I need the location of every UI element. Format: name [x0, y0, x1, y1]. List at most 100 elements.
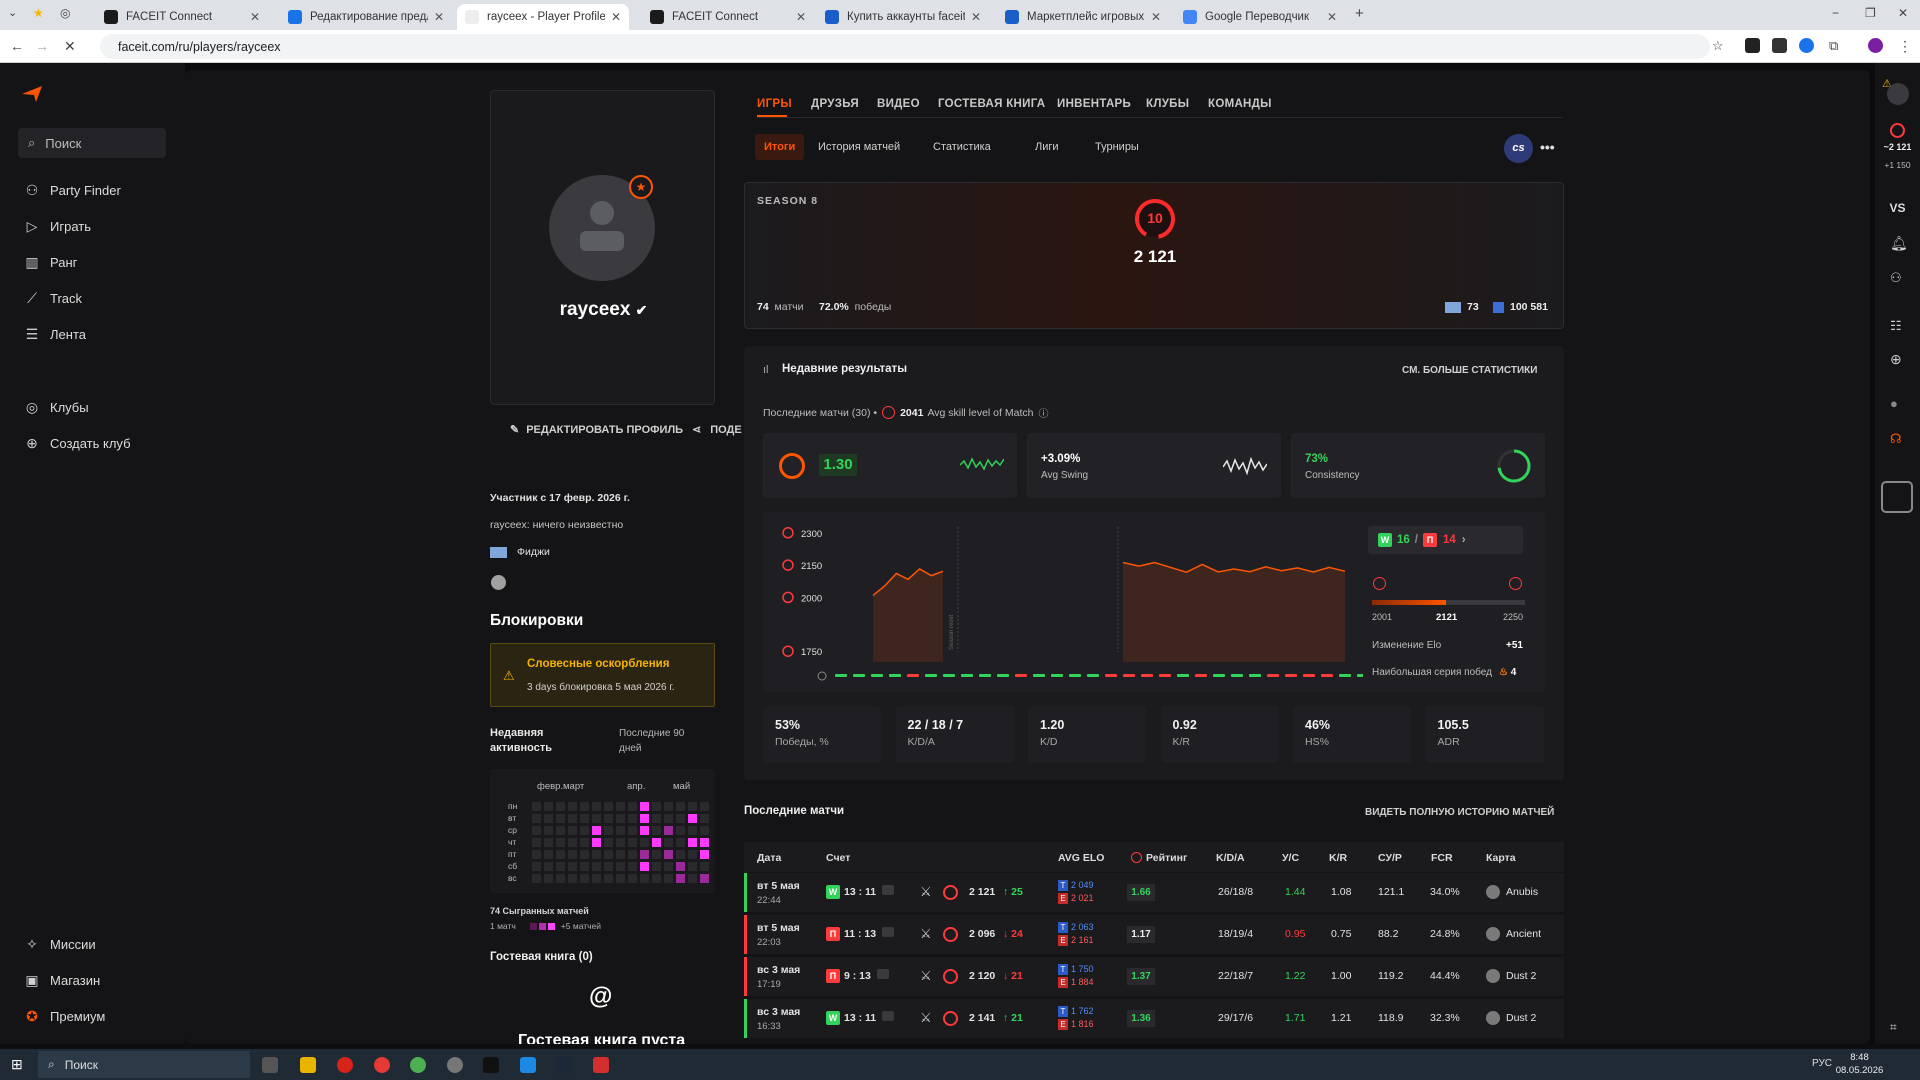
- subtab-1[interactable]: История матчей: [818, 141, 900, 153]
- new-tab-icon[interactable]: +: [1355, 5, 1364, 22]
- browser-tab[interactable]: rayceex - Player Profile - FACEIT ✕: [457, 4, 629, 30]
- result-marker[interactable]: [1051, 674, 1063, 677]
- sidebar-item-party[interactable]: ⚇ Party Finder: [24, 182, 121, 198]
- match-row[interactable]: вс 3 мая 17:19 П 9 : 13 ⚔ 2 120 ↓ 21 T 1 750 E 1 8…: [744, 957, 1564, 996]
- result-marker[interactable]: [1339, 674, 1351, 677]
- demo-icon[interactable]: [882, 885, 895, 895]
- tab-5[interactable]: КЛУБЫ: [1146, 98, 1189, 110]
- sidebar-item-track[interactable]: ⟋ Track: [24, 290, 82, 306]
- result-marker[interactable]: [943, 674, 955, 677]
- demo-icon[interactable]: [882, 927, 895, 937]
- restore-icon[interactable]: ❐: [1865, 6, 1876, 20]
- edit-profile-button[interactable]: ✎ РЕДАКТИРОВАТЬ ПРОФИЛЬ: [510, 423, 683, 437]
- party-icon[interactable]: ☷: [1890, 318, 1902, 334]
- demo-icon[interactable]: [876, 969, 889, 979]
- user-avatar[interactable]: [1887, 83, 1909, 105]
- result-marker[interactable]: [835, 674, 847, 677]
- app-icon[interactable]: [520, 1057, 536, 1073]
- minimize-icon[interactable]: −: [1832, 6, 1839, 20]
- share-button[interactable]: ⋖ ПОДЕ: [692, 423, 742, 437]
- browser-tab[interactable]: Google Переводчик ✕: [1175, 4, 1345, 30]
- tab-close-icon[interactable]: ✕: [796, 10, 806, 24]
- back-icon[interactable]: ←: [10, 38, 24, 54]
- close-load-icon[interactable]: ✕: [64, 38, 76, 55]
- extension-icon[interactable]: [1799, 38, 1814, 53]
- match-row[interactable]: вт 5 мая 22:44 W 13 : 11 ⚔ 2 121 ↑ 25 T 2 049 E 2 …: [744, 873, 1564, 912]
- result-marker[interactable]: [925, 674, 937, 677]
- column-header[interactable]: Счет: [826, 852, 850, 864]
- pinned-tab-icon[interactable]: ◎: [60, 6, 70, 20]
- column-header[interactable]: K/D/A: [1216, 852, 1245, 864]
- star-tab-icon[interactable]: ★: [33, 6, 44, 20]
- sidebar-item-premium[interactable]: ✪ Премиум: [24, 1008, 105, 1024]
- result-marker[interactable]: [907, 674, 919, 677]
- result-marker[interactable]: [1285, 674, 1297, 677]
- avatar[interactable]: ★: [549, 175, 655, 281]
- result-marker[interactable]: [1267, 674, 1279, 677]
- sidebar-item-play[interactable]: ▷ Играть: [24, 218, 91, 234]
- tab-3[interactable]: ГОСТЕВАЯ КНИГА: [938, 98, 1045, 110]
- tab-2[interactable]: ВИДЕО: [877, 98, 920, 110]
- more-stats-link[interactable]: СМ. БОЛЬШЕ СТАТИСТИКИ: [1402, 365, 1537, 376]
- app-icon[interactable]: [447, 1057, 463, 1073]
- tiktok-icon[interactable]: [483, 1057, 499, 1073]
- search-input[interactable]: ⌕ Поиск: [18, 128, 166, 158]
- column-header[interactable]: СУ/Р: [1378, 852, 1402, 864]
- clock[interactable]: 8:48 08.05.2026: [1832, 1051, 1887, 1077]
- result-marker[interactable]: [1357, 674, 1363, 677]
- extension-icon[interactable]: [1745, 38, 1760, 53]
- chrome-icon[interactable]: [410, 1057, 426, 1073]
- column-header[interactable]: Дата: [757, 852, 781, 864]
- chat-icon[interactable]: ⌗: [1890, 1020, 1897, 1035]
- tab-close-icon[interactable]: ✕: [1327, 10, 1337, 24]
- full-history-link[interactable]: ВИДЕТЬ ПОЛНУЮ ИСТОРИЮ МАТЧЕЙ: [1365, 807, 1554, 818]
- world-rank[interactable]: 100 581: [1493, 301, 1548, 313]
- result-marker[interactable]: [1123, 674, 1135, 677]
- result-marker[interactable]: [1105, 674, 1117, 677]
- result-marker[interactable]: [1321, 674, 1333, 677]
- sidebar-item-rank[interactable]: ▥ Ранг: [24, 254, 77, 270]
- result-marker[interactable]: [1213, 674, 1225, 677]
- result-marker[interactable]: [1141, 674, 1153, 677]
- demo-icon[interactable]: [882, 1011, 895, 1021]
- subtab-4[interactable]: Турниры: [1095, 141, 1139, 153]
- browser-tab[interactable]: FACEIT Connect ✕: [642, 4, 814, 30]
- tab-close-icon[interactable]: ✕: [434, 10, 444, 24]
- tab-6[interactable]: КОМАНДЫ: [1208, 98, 1272, 110]
- tab-4[interactable]: ИНВЕНТАРЬ: [1057, 98, 1131, 110]
- subtab-0[interactable]: Итоги: [755, 134, 805, 160]
- sidebar-item-shop[interactable]: ▣ Магазин: [24, 972, 100, 988]
- sidebar-item-clubs[interactable]: ◎ Клубы: [24, 399, 89, 415]
- vs-button[interactable]: VS: [1875, 201, 1920, 215]
- result-marker[interactable]: [1249, 674, 1261, 677]
- sidebar-item-missions[interactable]: ✧ Миссии: [24, 936, 96, 952]
- tab-0[interactable]: ИГРЫ: [757, 98, 792, 110]
- column-header[interactable]: FCR: [1431, 852, 1453, 864]
- browser-tab[interactable]: Купить аккаунты faceit Counter ✕: [817, 4, 989, 30]
- subtab-3[interactable]: Лиги: [1035, 141, 1059, 153]
- column-header[interactable]: Карта: [1486, 852, 1516, 864]
- result-marker[interactable]: [889, 674, 901, 677]
- result-marker[interactable]: [871, 674, 883, 677]
- column-header[interactable]: K/R: [1329, 852, 1347, 864]
- close-window-icon[interactable]: ✕: [1898, 6, 1908, 20]
- info-icon[interactable]: ⓘ: [1038, 405, 1048, 420]
- tab-close-icon[interactable]: ✕: [250, 10, 260, 24]
- windows-start-icon[interactable]: ⊞: [11, 1056, 23, 1073]
- profile-avatar-icon[interactable]: [1868, 38, 1883, 53]
- result-marker[interactable]: [1159, 674, 1171, 677]
- extension-icon[interactable]: [1772, 38, 1787, 53]
- language-indicator[interactable]: РУС: [1812, 1058, 1832, 1069]
- explorer-icon[interactable]: [300, 1057, 316, 1073]
- result-marker[interactable]: [1015, 674, 1027, 677]
- column-header[interactable]: У/С: [1282, 852, 1299, 864]
- tab-list-icon[interactable]: ⌄: [8, 6, 17, 19]
- result-marker[interactable]: [1195, 674, 1207, 677]
- app-icon[interactable]: [1881, 481, 1913, 513]
- tab-close-icon[interactable]: ✕: [1151, 10, 1161, 24]
- more-options-icon[interactable]: •••: [1540, 139, 1555, 155]
- column-header[interactable]: AVG ELO: [1058, 852, 1104, 864]
- result-marker[interactable]: [979, 674, 991, 677]
- puzzle-icon[interactable]: ⧉: [1829, 38, 1838, 54]
- result-marker[interactable]: [1033, 674, 1045, 677]
